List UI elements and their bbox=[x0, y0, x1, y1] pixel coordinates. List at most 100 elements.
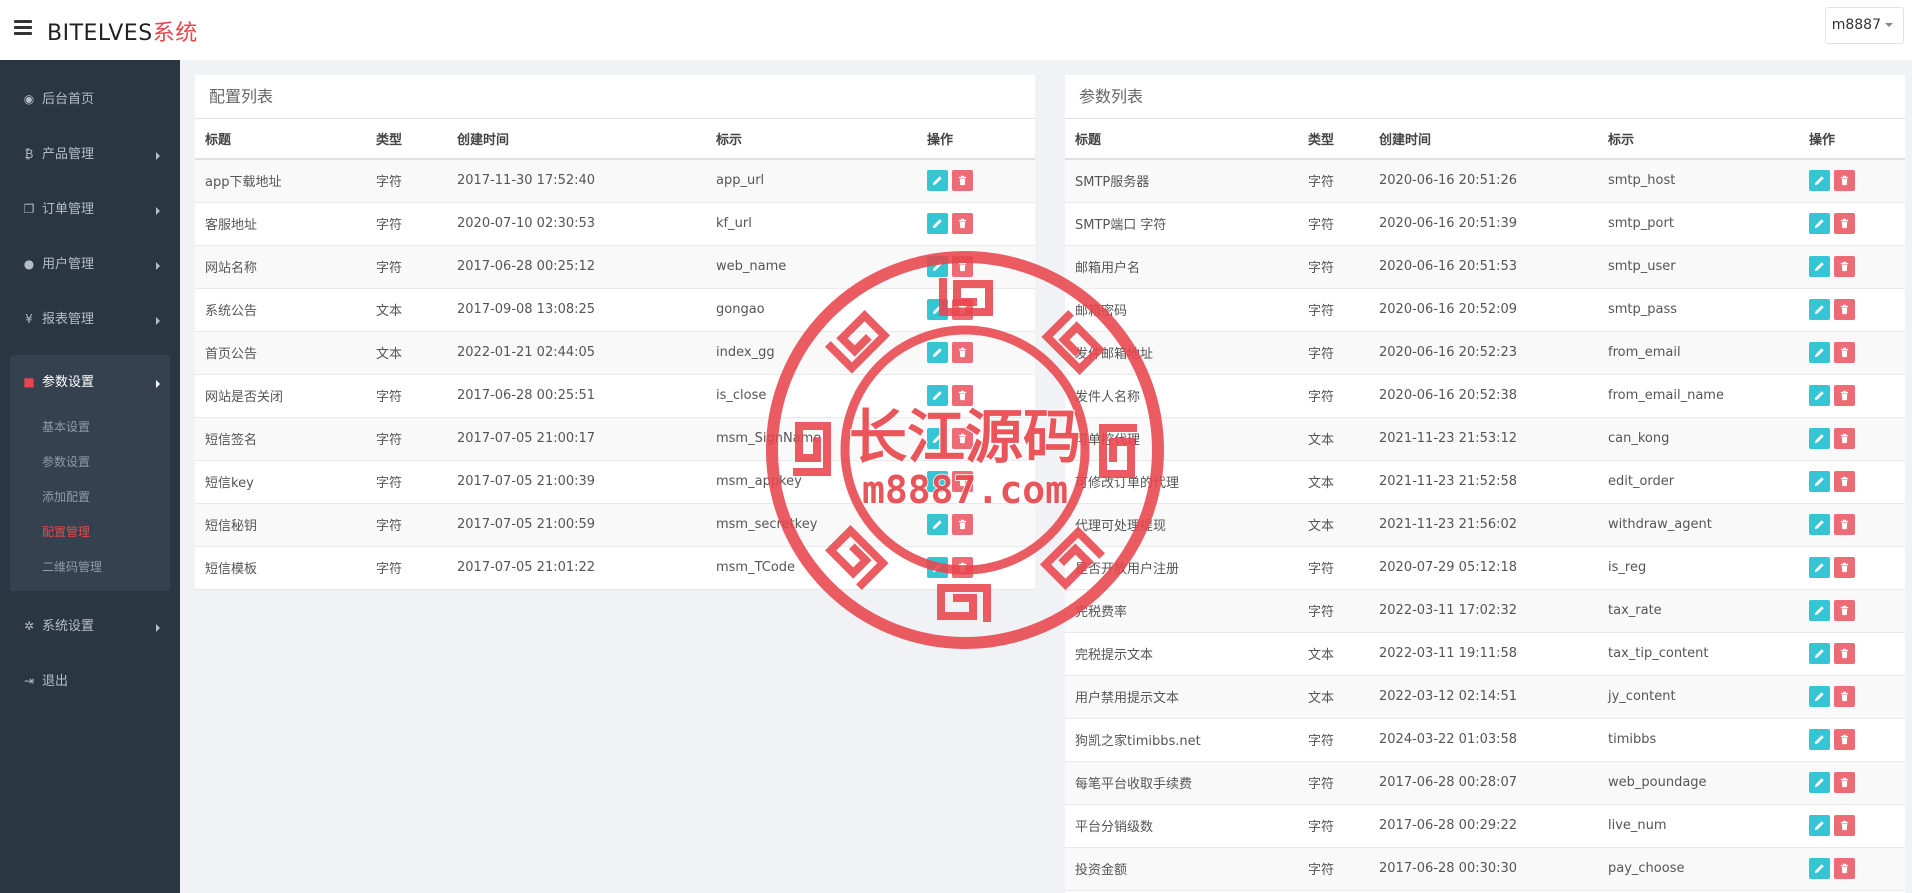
table-row: 邮箱用户名 字符 2020-06-16 20:51:53 smtp_user bbox=[1065, 245, 1905, 289]
edit-button[interactable] bbox=[927, 299, 948, 320]
sidebar-item-reports[interactable]: ¥ 报表管理 bbox=[0, 292, 180, 347]
cell-title: 代理可处理提现 bbox=[1065, 503, 1298, 547]
delete-button[interactable] bbox=[1834, 514, 1855, 535]
delete-button[interactable] bbox=[1834, 557, 1855, 578]
cell-identifier: edit_order bbox=[1598, 460, 1799, 504]
column-header: 创建时间 bbox=[447, 119, 706, 160]
edit-button[interactable] bbox=[1809, 600, 1830, 621]
delete-button[interactable] bbox=[1834, 858, 1855, 879]
edit-button[interactable] bbox=[927, 342, 948, 363]
delete-button[interactable] bbox=[952, 342, 973, 363]
config-list-panel: 配置列表 标题 类型 创建时间 标示 操作 app下载地址 字符 2017-11-3… bbox=[195, 75, 1035, 590]
panel-title: 参数列表 bbox=[1065, 75, 1905, 119]
cell-type: 字符 bbox=[366, 202, 447, 246]
delete-button[interactable] bbox=[952, 428, 973, 449]
caret-down-icon bbox=[1885, 23, 1893, 27]
delete-button[interactable] bbox=[1834, 815, 1855, 836]
delete-button[interactable] bbox=[1834, 428, 1855, 449]
edit-button[interactable] bbox=[1809, 342, 1830, 363]
cell-type: 字符 bbox=[1298, 589, 1369, 633]
edit-button[interactable] bbox=[1809, 729, 1830, 750]
edit-button[interactable] bbox=[1809, 385, 1830, 406]
cell-title: 短信key bbox=[195, 460, 366, 504]
table-row: 投资金额 字符 2017-06-28 00:30:30 pay_choose bbox=[1065, 847, 1905, 891]
delete-button[interactable] bbox=[952, 170, 973, 192]
sidebar-item-products[interactable]: ₿ 产品管理 bbox=[0, 127, 180, 182]
hamburger-menu-icon[interactable] bbox=[14, 20, 32, 36]
edit-button[interactable] bbox=[1809, 514, 1830, 535]
cell-type: 字符 bbox=[366, 159, 447, 203]
sidebar-item-label: 订单管理 bbox=[42, 202, 95, 217]
cell-created-time: 2024-03-22 01:03:58 bbox=[1369, 718, 1598, 762]
delete-button[interactable] bbox=[952, 385, 973, 406]
delete-button[interactable] bbox=[1834, 471, 1855, 492]
cell-title: 首页公告 bbox=[195, 331, 366, 375]
edit-button[interactable] bbox=[1809, 471, 1830, 492]
edit-button[interactable] bbox=[1809, 299, 1830, 320]
caret-right-icon bbox=[156, 152, 160, 160]
edit-button[interactable] bbox=[927, 428, 948, 449]
sidebar-item-system[interactable]: ✲ 系统设置 bbox=[0, 599, 180, 654]
edit-button[interactable] bbox=[927, 471, 948, 492]
user-dropdown[interactable]: m8887 bbox=[1824, 7, 1904, 44]
delete-button[interactable] bbox=[952, 557, 973, 578]
edit-button[interactable] bbox=[927, 514, 948, 535]
bitcoin-icon: ₿ bbox=[24, 147, 34, 161]
delete-button[interactable] bbox=[1834, 170, 1855, 192]
edit-button[interactable] bbox=[1809, 213, 1830, 234]
delete-button[interactable] bbox=[952, 256, 973, 277]
sidebar-item-logout[interactable]: ⇥ 退出 bbox=[0, 654, 180, 709]
sidebar-subitem-basic[interactable]: 基本设置 bbox=[10, 410, 170, 445]
sidebar-subitem-config-manage[interactable]: 配置管理 bbox=[10, 515, 170, 550]
sidebar-subitem-params[interactable]: 参数设置 bbox=[10, 445, 170, 480]
delete-button[interactable] bbox=[952, 213, 973, 234]
edit-button[interactable] bbox=[1809, 256, 1830, 277]
cell-identifier: smtp_pass bbox=[1598, 288, 1799, 332]
edit-button[interactable] bbox=[1809, 686, 1830, 707]
edit-button[interactable] bbox=[927, 213, 948, 234]
delete-button[interactable] bbox=[1834, 600, 1855, 621]
delete-button[interactable] bbox=[1834, 643, 1855, 664]
cell-created-time: 2017-07-05 21:01:22 bbox=[447, 546, 706, 590]
delete-button[interactable] bbox=[1834, 299, 1855, 320]
edit-button[interactable] bbox=[1809, 643, 1830, 664]
delete-button[interactable] bbox=[1834, 213, 1855, 234]
sidebar-item-params[interactable]: ■ 参数设置 bbox=[10, 355, 170, 410]
edit-button[interactable] bbox=[1809, 815, 1830, 836]
edit-button[interactable] bbox=[927, 385, 948, 406]
delete-button[interactable] bbox=[1834, 342, 1855, 363]
cell-actions bbox=[917, 460, 1035, 504]
delete-button[interactable] bbox=[1834, 686, 1855, 707]
cell-actions bbox=[917, 417, 1035, 461]
edit-button[interactable] bbox=[1809, 428, 1830, 449]
sidebar-subitem-qrcode[interactable]: 二维码管理 bbox=[10, 550, 170, 585]
table-row: 可单控代理 文本 2021-11-23 21:53:12 can_kong bbox=[1065, 417, 1905, 461]
edit-button[interactable] bbox=[1809, 557, 1830, 578]
cell-identifier: smtp_user bbox=[1598, 245, 1799, 289]
edit-button[interactable] bbox=[1809, 170, 1830, 192]
cell-title: 平台分销级数 bbox=[1065, 804, 1298, 848]
delete-button[interactable] bbox=[952, 471, 973, 492]
column-header: 标示 bbox=[706, 119, 917, 160]
delete-button[interactable] bbox=[1834, 772, 1855, 793]
sidebar-item-dashboard[interactable]: ◉ 后台首页 bbox=[0, 72, 180, 127]
delete-button[interactable] bbox=[952, 299, 973, 320]
brand-logo[interactable]: BITELVES系统 bbox=[47, 15, 198, 47]
cell-title: 可修改订单的代理 bbox=[1065, 460, 1298, 504]
cell-identifier: from_email bbox=[1598, 331, 1799, 375]
delete-button[interactable] bbox=[952, 514, 973, 535]
cell-created-time: 2020-06-16 20:52:23 bbox=[1369, 331, 1598, 375]
edit-button[interactable] bbox=[1809, 772, 1830, 793]
sidebar-item-orders[interactable]: ❐ 订单管理 bbox=[0, 182, 180, 237]
sidebar: ◉ 后台首页 ₿ 产品管理 ❐ 订单管理 ● 用户管理 ¥ 报表管理 ■ 参数设置 基本设置… bbox=[0, 60, 180, 893]
edit-button[interactable] bbox=[927, 256, 948, 277]
cell-created-time: 2017-07-05 21:00:59 bbox=[447, 503, 706, 547]
edit-button[interactable] bbox=[927, 170, 948, 192]
delete-button[interactable] bbox=[1834, 385, 1855, 406]
delete-button[interactable] bbox=[1834, 256, 1855, 277]
sidebar-item-users[interactable]: ● 用户管理 bbox=[0, 237, 180, 292]
edit-button[interactable] bbox=[1809, 858, 1830, 879]
edit-button[interactable] bbox=[927, 557, 948, 578]
delete-button[interactable] bbox=[1834, 729, 1855, 750]
sidebar-subitem-add-config[interactable]: 添加配置 bbox=[10, 480, 170, 515]
